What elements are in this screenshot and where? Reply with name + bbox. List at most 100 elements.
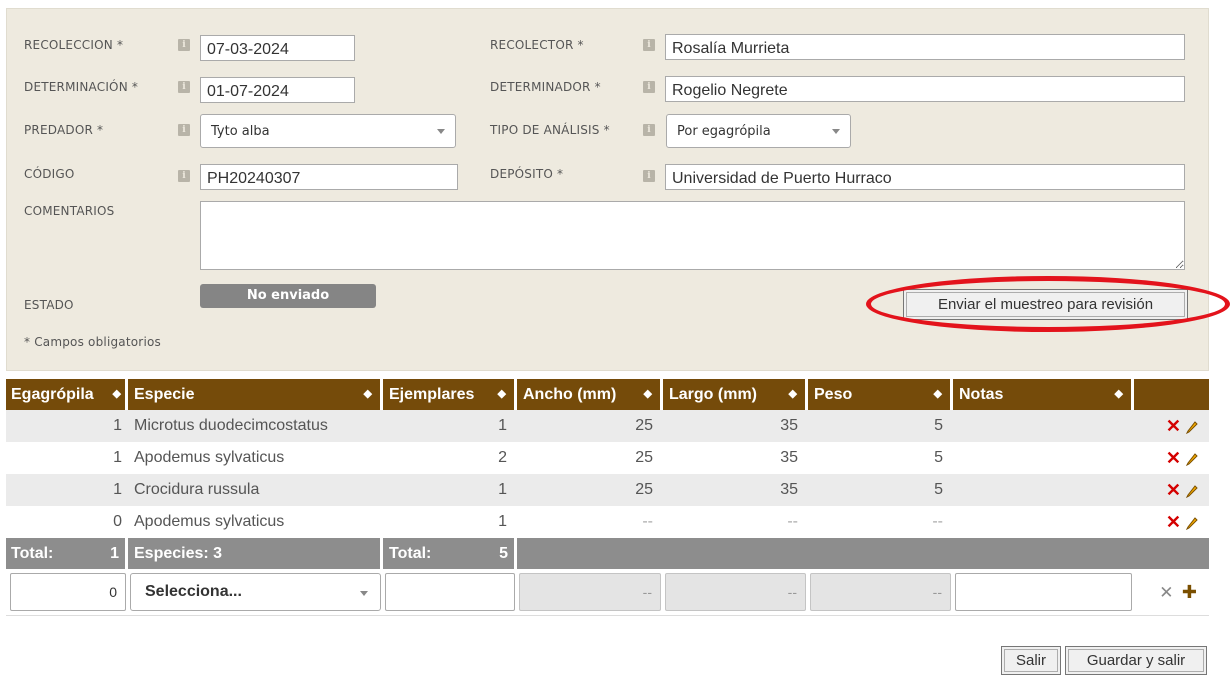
delete-icon[interactable]: ✕ bbox=[1166, 416, 1181, 436]
specimens-table: Egagrópila ◆ Especie ◆ Ejemplares ◆ Ancho (… bbox=[6, 379, 1209, 616]
table-header-row: Egagrópila ◆ Especie ◆ Ejemplares ◆ Ancho (… bbox=[6, 379, 1209, 410]
pencil-edit-icon[interactable] bbox=[1185, 516, 1199, 531]
determinador-input[interactable] bbox=[665, 76, 1185, 102]
new-especie-cell: Selecciona... bbox=[128, 569, 383, 616]
predador-label: PREDADOR * bbox=[24, 123, 104, 137]
especie-select-placeholder: Selecciona... bbox=[145, 583, 242, 600]
cell-notas bbox=[953, 506, 1134, 538]
col-header-notas[interactable]: Notas ◆ bbox=[953, 379, 1134, 410]
codigo-input[interactable] bbox=[200, 164, 458, 190]
sort-icon[interactable]: ◆ bbox=[498, 387, 506, 400]
col-header-peso[interactable]: Peso ◆ bbox=[808, 379, 953, 410]
predador-select[interactable]: Tyto alba bbox=[200, 114, 456, 148]
cell-notas bbox=[953, 410, 1134, 442]
cell-notas bbox=[953, 474, 1134, 506]
col-header-ejemplares[interactable]: Ejemplares ◆ bbox=[383, 379, 517, 410]
new-ejemplares-cell bbox=[383, 569, 517, 616]
comentarios-textarea[interactable] bbox=[200, 201, 1185, 270]
comentarios-label: COMENTARIOS bbox=[24, 204, 115, 218]
new-largo-input bbox=[665, 573, 806, 611]
predador-info-icon[interactable]: i bbox=[178, 124, 190, 136]
table-row: 1 Microtus duodecimcostatus 1 25 35 5 ✕ bbox=[6, 410, 1209, 442]
sort-icon[interactable]: ◆ bbox=[364, 387, 372, 400]
delete-icon[interactable]: ✕ bbox=[1166, 512, 1181, 532]
row-actions: ✕ bbox=[1134, 410, 1209, 442]
codigo-info-icon[interactable]: i bbox=[178, 170, 190, 182]
total-label: Total: bbox=[11, 544, 54, 562]
cell-ancho: 25 bbox=[517, 442, 663, 474]
tipo-analisis-select[interactable]: Por egagrópila bbox=[666, 114, 851, 148]
new-notas-cell bbox=[953, 569, 1134, 616]
cell-largo: 35 bbox=[663, 410, 808, 442]
new-ancho-input bbox=[519, 573, 661, 611]
required-fields-note: * Campos obligatorios bbox=[24, 335, 161, 349]
determinacion-info-icon[interactable]: i bbox=[178, 81, 190, 93]
tipo-analisis-info-icon[interactable]: i bbox=[643, 124, 655, 136]
save-and-exit-button[interactable]: Guardar y salir bbox=[1065, 646, 1207, 675]
chevron-down-icon bbox=[832, 129, 840, 134]
new-notas-input[interactable] bbox=[955, 573, 1132, 611]
add-plus-icon[interactable]: ✚ bbox=[1182, 582, 1197, 602]
cell-largo: -- bbox=[663, 506, 808, 538]
row-actions: ✕ bbox=[1134, 474, 1209, 506]
sort-icon[interactable]: ◆ bbox=[789, 387, 797, 400]
cell-especie: Apodemus sylvaticus bbox=[128, 442, 383, 474]
totals-row: Total: 1 Especies: 3 Total: 5 bbox=[6, 538, 1209, 569]
new-ejemplares-input[interactable] bbox=[385, 573, 515, 611]
new-egagropila-cell bbox=[6, 569, 128, 616]
deposito-info-icon[interactable]: i bbox=[643, 170, 655, 182]
totals-cell-egagropila: Total: 1 bbox=[6, 538, 128, 569]
determinacion-label: DETERMINACIÓN * bbox=[24, 80, 139, 94]
recoleccion-date-input[interactable] bbox=[200, 35, 355, 61]
cell-ancho: 25 bbox=[517, 410, 663, 442]
cell-egagropila: 0 bbox=[6, 506, 128, 538]
sort-icon[interactable]: ◆ bbox=[934, 387, 942, 400]
col-header-ancho[interactable]: Ancho (mm) ◆ bbox=[517, 379, 663, 410]
status-badge: No enviado bbox=[200, 284, 376, 308]
totals-filler bbox=[517, 538, 1209, 569]
sort-icon[interactable]: ◆ bbox=[113, 387, 121, 400]
cell-peso: -- bbox=[808, 506, 953, 538]
delete-icon[interactable]: ✕ bbox=[1166, 448, 1181, 468]
sort-icon[interactable]: ◆ bbox=[1115, 387, 1123, 400]
col-header-especie[interactable]: Especie ◆ bbox=[128, 379, 383, 410]
determinacion-date-input[interactable] bbox=[200, 77, 355, 103]
determinador-info-icon[interactable]: i bbox=[643, 81, 655, 93]
chevron-down-icon bbox=[437, 129, 445, 134]
determinador-label: DETERMINADOR * bbox=[490, 80, 601, 94]
sort-icon[interactable]: ◆ bbox=[644, 387, 652, 400]
new-peso-cell bbox=[808, 569, 953, 616]
new-row-actions: ✕ ✚ bbox=[1134, 569, 1209, 616]
codigo-label: CÓDIGO bbox=[24, 167, 75, 181]
pencil-edit-icon[interactable] bbox=[1185, 452, 1199, 467]
ejemplares-total-label: Total: bbox=[389, 544, 432, 562]
predador-selected-value: Tyto alba bbox=[211, 123, 270, 139]
new-peso-input bbox=[810, 573, 951, 611]
cell-especie: Microtus duodecimcostatus bbox=[128, 410, 383, 442]
col-header-largo[interactable]: Largo (mm) ◆ bbox=[663, 379, 808, 410]
pencil-edit-icon[interactable] bbox=[1185, 484, 1199, 499]
pencil-edit-icon[interactable] bbox=[1185, 420, 1199, 435]
new-largo-cell bbox=[663, 569, 808, 616]
totals-cell-ejemplares: Total: 5 bbox=[383, 538, 517, 569]
new-egagropila-input[interactable] bbox=[10, 573, 126, 611]
exit-button[interactable]: Salir bbox=[1001, 646, 1061, 675]
recoleccion-info-icon[interactable]: i bbox=[178, 39, 190, 51]
cell-especie: Crocidura russula bbox=[128, 474, 383, 506]
new-especie-select[interactable]: Selecciona... bbox=[130, 573, 381, 611]
recolector-label: RECOLECTOR * bbox=[490, 38, 584, 52]
row-actions: ✕ bbox=[1134, 506, 1209, 538]
cell-ejemplares: 1 bbox=[383, 506, 517, 538]
cell-peso: 5 bbox=[808, 474, 953, 506]
delete-icon[interactable]: ✕ bbox=[1166, 480, 1181, 500]
recolector-info-icon[interactable]: i bbox=[643, 39, 655, 51]
recolector-input[interactable] bbox=[665, 34, 1185, 60]
clear-icon[interactable]: ✕ bbox=[1159, 583, 1173, 602]
deposito-label: DEPÓSITO * bbox=[490, 167, 564, 181]
cell-largo: 35 bbox=[663, 442, 808, 474]
cell-egagropila: 1 bbox=[6, 410, 128, 442]
cell-egagropila: 1 bbox=[6, 442, 128, 474]
new-ancho-cell bbox=[517, 569, 663, 616]
col-header-egagropila[interactable]: Egagrópila ◆ bbox=[6, 379, 128, 410]
deposito-input[interactable] bbox=[665, 164, 1185, 190]
